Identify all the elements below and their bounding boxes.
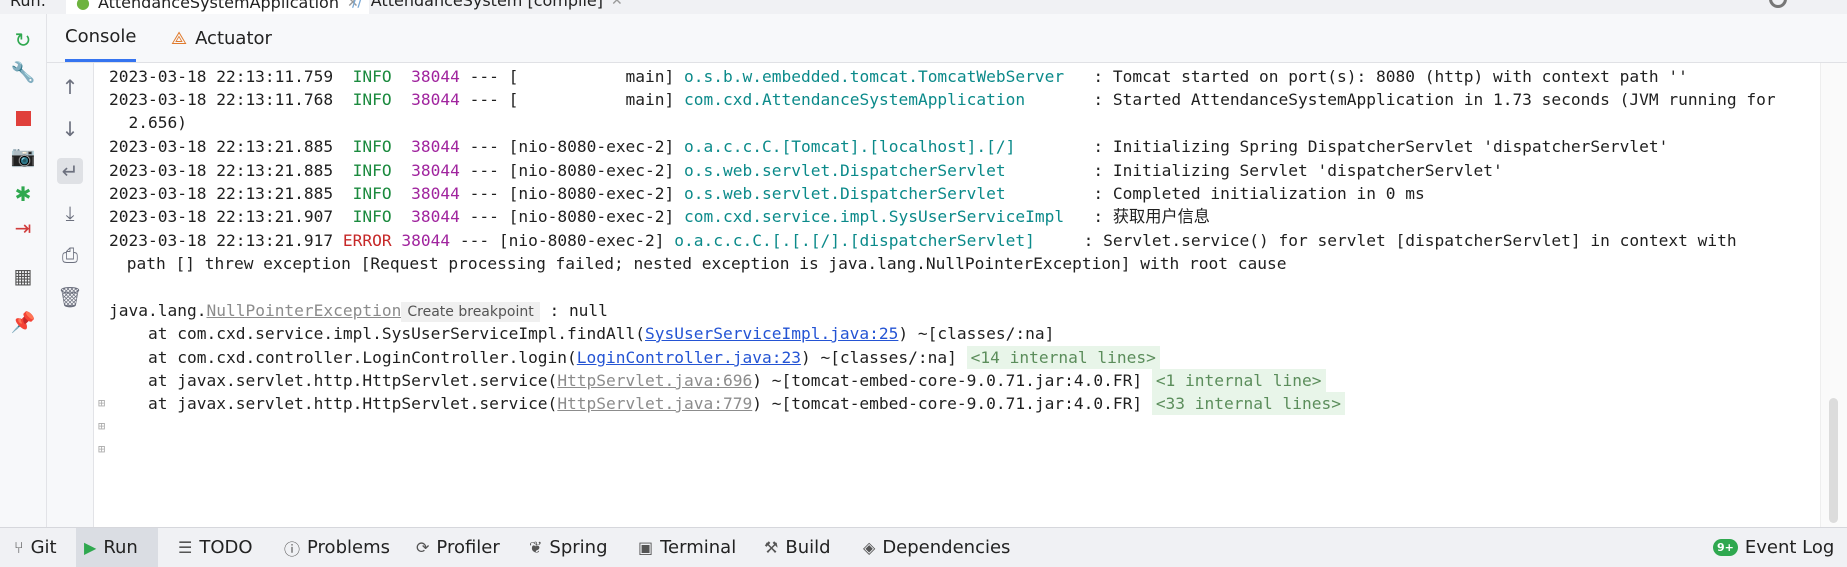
tool-dependencies[interactable]: ◈ Dependencies — [855, 528, 1018, 567]
close-icon[interactable]: ✕ — [611, 0, 623, 9]
git-branch-icon: ⑂ — [14, 538, 24, 557]
tool-spring[interactable]: ❦ Spring — [521, 528, 616, 567]
spring-leaf-icon: ❦ — [529, 538, 543, 557]
spring-boot-icon: ● — [76, 0, 90, 12]
dependencies-icon: ◈ — [863, 538, 876, 557]
stack-source-link[interactable]: LoginController.java:23 — [577, 348, 801, 367]
print-icon[interactable]: ⎙ — [57, 242, 83, 268]
tool-profiler[interactable]: ⟳ Profiler — [408, 528, 508, 567]
stack-source-link[interactable]: HttpServlet.java:696 — [557, 371, 752, 390]
log-line: 2023-03-18 22:13:21.885 INFO 38044 --- [… — [109, 137, 1669, 156]
tab-console[interactable]: Console — [65, 14, 137, 62]
fold-icon[interactable]: ⊞ — [98, 396, 105, 410]
log-line-wrap: 2.656) — [109, 113, 187, 132]
gear-icon[interactable] — [1769, 0, 1787, 8]
pin-icon[interactable]: 📌 — [11, 310, 36, 334]
scrollbar-thumb[interactable] — [1829, 398, 1838, 523]
console-tabs: Console ⟁ Actuator — [47, 14, 1847, 63]
soft-wrap-icon[interactable]: ↵ — [57, 158, 83, 184]
console-output[interactable]: 2023-03-18 22:13:11.759 INFO 38044 --- [… — [94, 63, 1820, 527]
log-line: 2023-03-18 22:13:21.907 INFO 38044 --- [… — [109, 207, 1210, 226]
arrow-down-icon[interactable]: ↓ — [57, 116, 83, 142]
hammer-icon: ⚒ — [764, 538, 779, 557]
stack-source-link[interactable]: SysUserServiceImpl.java:25 — [645, 324, 898, 343]
tool-window-bar: ⑂ Git ▶ Run ☰ TODO ⓘ Problems ⟳ Profiler ❦ Spr… — [0, 527, 1847, 567]
terminal-icon: ▣ — [638, 538, 654, 557]
create-breakpoint-button[interactable]: Create breakpoint — [401, 302, 540, 322]
log-line: 2023-03-18 22:13:11.768 INFO 38044 --- [… — [109, 90, 1776, 109]
run-tabs-bar: Run: ● AttendanceSystemApplication ✕ // … — [0, 0, 1847, 15]
tab-actuator-label: Actuator — [195, 27, 272, 49]
debug-icon[interactable]: ✱ — [11, 182, 35, 206]
tab-actuator[interactable]: ⟁ Actuator — [171, 14, 272, 62]
rerun-icon[interactable]: ↻ — [11, 28, 35, 52]
profiler-icon: ⟳ — [416, 538, 430, 557]
tab-console-label: Console — [65, 26, 137, 47]
run-label: Run: — [10, 0, 47, 10]
info-icon: ⓘ — [284, 539, 301, 559]
log-line-wrap: path [] threw exception [Request process… — [117, 254, 1287, 273]
internal-lines-fold[interactable]: <33 internal lines> — [1151, 392, 1345, 415]
fold-icon[interactable]: ⊞ — [98, 442, 105, 456]
camera-icon[interactable]: 📷 — [11, 144, 36, 168]
actuator-icon: ⟁ — [171, 27, 188, 49]
internal-lines-fold[interactable]: <1 internal line> — [1151, 369, 1326, 392]
exit-icon[interactable]: ⇥ — [11, 216, 35, 240]
vertical-scrollbar[interactable] — [1820, 63, 1847, 527]
list-icon: ☰ — [178, 538, 193, 557]
tool-git[interactable]: ⑂ Git — [6, 528, 65, 567]
maven-icon: // — [352, 0, 363, 10]
stop-icon[interactable] — [11, 106, 35, 130]
tool-problems[interactable]: ⓘ Problems — [276, 528, 398, 567]
tab-attendance-system-application[interactable]: ● AttendanceSystemApplication ✕ — [66, 0, 369, 14]
arrow-up-icon[interactable]: ↑ — [57, 74, 83, 100]
stack-line: at javax.servlet.http.HttpServlet.servic… — [109, 390, 1345, 417]
tab-attendance-system-compile[interactable]: // AttendanceSystem [compile] ✕ — [352, 0, 623, 10]
scroll-to-end-icon[interactable]: ⤓ — [57, 200, 83, 226]
run-toolbar: ↻ 🔧 📷 ✱ ⇥ ▦ 📌 — [0, 14, 47, 527]
exception-link[interactable]: NullPointerException — [206, 301, 401, 320]
tool-build[interactable]: ⚒ Build — [756, 528, 839, 567]
stack-source-link[interactable]: HttpServlet.java:779 — [557, 394, 752, 413]
tab-label: AttendanceSystem [compile] — [370, 0, 604, 10]
trash-icon[interactable]: 🗑 — [57, 284, 83, 310]
event-log-badge: 9+ — [1713, 539, 1738, 556]
console-toolbar: ↑ ↓ ↵ ⤓ ⎙ 🗑 — [47, 63, 94, 527]
tool-run[interactable]: ▶ Run — [76, 528, 158, 567]
layout-icon[interactable]: ▦ — [11, 264, 35, 288]
tool-todo[interactable]: ☰ TODO — [170, 528, 261, 567]
wrench-icon[interactable]: 🔧 — [11, 60, 36, 84]
run-icon: ▶ — [84, 538, 97, 557]
fold-icon[interactable]: ⊞ — [98, 419, 105, 433]
tool-event-log[interactable]: 9+ Event Log — [1705, 528, 1842, 567]
stack-line: at com.cxd.service.impl.SysUserServiceIm… — [109, 324, 1055, 343]
tool-terminal[interactable]: ▣ Terminal — [630, 528, 744, 567]
tab-label: AttendanceSystemApplication — [97, 0, 339, 12]
internal-lines-fold[interactable]: <14 internal lines> — [966, 346, 1160, 369]
